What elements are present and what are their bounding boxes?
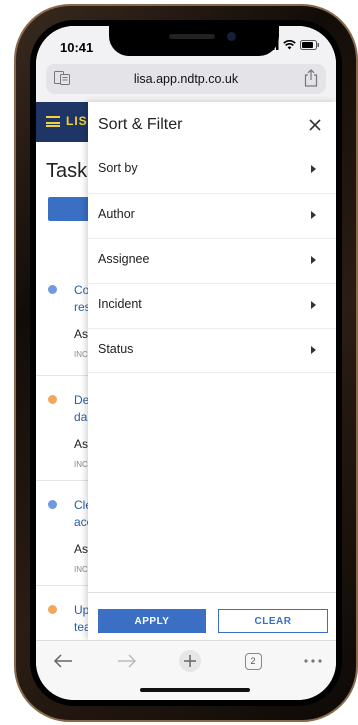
tab-count: 2	[244, 652, 262, 670]
task-incident: INC	[74, 460, 88, 469]
filter-item-incident[interactable]: Incident	[88, 283, 336, 328]
forward-arrow-icon	[118, 654, 137, 668]
sort-filter-drawer: Sort & Filter Sort by Author Assignee In…	[88, 102, 336, 640]
filter-item-sort-by[interactable]: Sort by	[88, 148, 336, 193]
url-field[interactable]: lisa.app.ndtp.co.uk	[46, 64, 326, 94]
notch	[109, 26, 279, 56]
chevron-right-icon	[311, 346, 316, 354]
more-dots-icon	[304, 659, 322, 663]
task-incident: INC	[74, 565, 88, 574]
drawer-title: Sort & Filter	[98, 116, 183, 133]
apply-button[interactable]: APPLY	[98, 609, 206, 633]
browser-toolbar: 2	[36, 640, 336, 700]
task-assignee: As	[74, 542, 89, 556]
app-logo: LIS	[66, 114, 88, 128]
filter-item-label: Incident	[98, 297, 142, 311]
clear-button[interactable]: CLEAR	[218, 609, 328, 633]
chevron-right-icon	[311, 256, 316, 264]
phone-frame: 10:41 lisa.app.ndtp.co.uk LIS Tasks Co r…	[14, 4, 358, 722]
filter-item-status[interactable]: Status	[88, 328, 336, 373]
filter-item-label: Sort by	[98, 161, 138, 175]
status-dot	[48, 395, 57, 404]
browser-address-bar: lisa.app.ndtp.co.uk	[36, 60, 336, 102]
forward-button[interactable]	[112, 649, 142, 673]
back-arrow-icon	[53, 654, 72, 668]
task-assignee: As	[74, 327, 89, 341]
status-dot	[48, 285, 57, 294]
chevron-right-icon	[311, 165, 316, 173]
status-dot	[48, 605, 57, 614]
front-camera	[227, 32, 236, 41]
tabs-button[interactable]: 2	[238, 649, 268, 673]
close-icon[interactable]	[308, 118, 322, 132]
chevron-right-icon	[311, 301, 316, 309]
chevron-right-icon	[311, 211, 316, 219]
url-text: lisa.app.ndtp.co.uk	[133, 72, 239, 86]
new-tab-button[interactable]	[175, 649, 205, 673]
drawer-footer: APPLY CLEAR	[88, 592, 336, 640]
menu-icon[interactable]	[46, 116, 60, 127]
battery-icon	[300, 40, 319, 50]
filter-item-label: Author	[98, 207, 135, 221]
filter-item-label: Status	[98, 342, 134, 356]
share-icon[interactable]	[304, 69, 318, 87]
speaker	[169, 34, 215, 39]
status-dot	[48, 500, 57, 509]
more-button[interactable]	[298, 649, 328, 673]
task-assignee: As	[74, 437, 89, 451]
wifi-icon	[283, 40, 296, 50]
task-incident: INC	[74, 350, 88, 359]
plus-circle-icon	[179, 650, 201, 672]
phone-bezel: 10:41 lisa.app.ndtp.co.uk LIS Tasks Co r…	[30, 20, 342, 706]
filter-item-assignee[interactable]: Assignee	[88, 238, 336, 283]
phone-screen: 10:41 lisa.app.ndtp.co.uk LIS Tasks Co r…	[36, 26, 336, 700]
filter-item-author[interactable]: Author	[88, 193, 336, 238]
filter-item-label: Assignee	[98, 252, 150, 266]
status-time: 10:41	[60, 40, 94, 55]
back-button[interactable]	[48, 649, 78, 673]
home-indicator	[140, 688, 250, 692]
